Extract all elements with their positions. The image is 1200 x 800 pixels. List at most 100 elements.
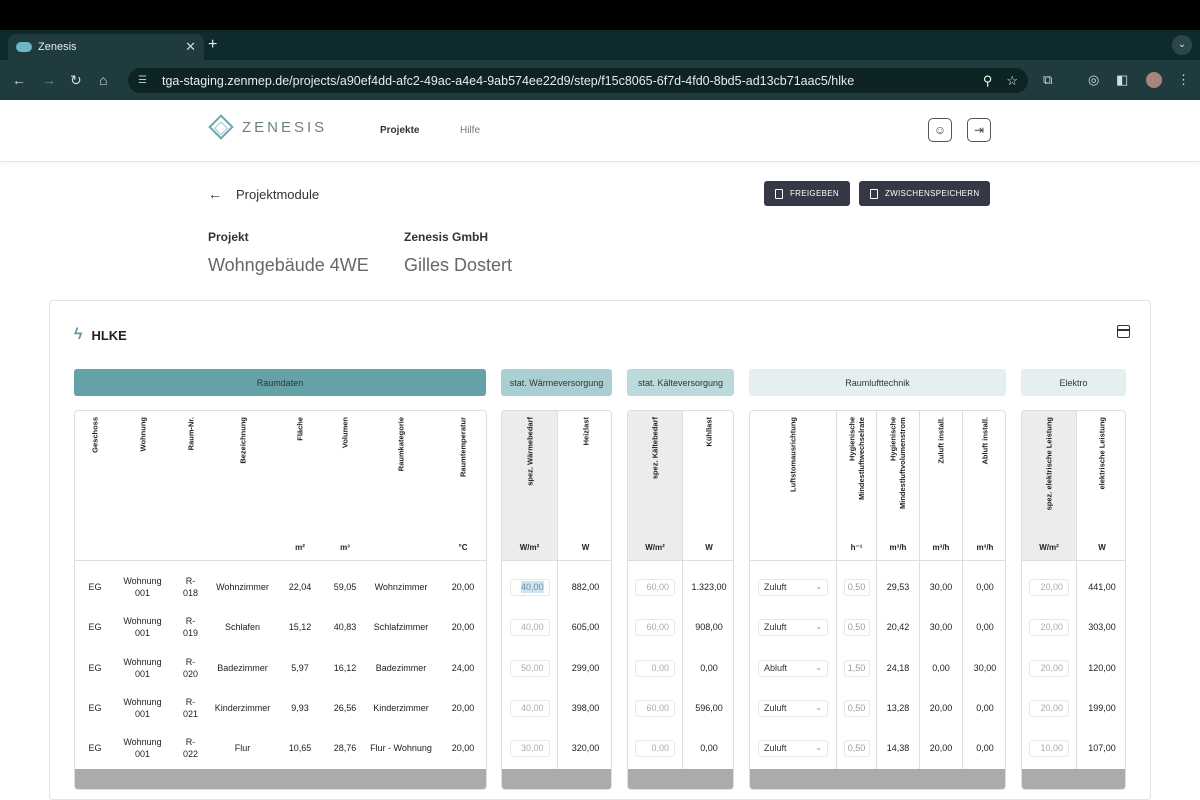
number-input[interactable]: 0,50: [843, 739, 870, 757]
number-input[interactable]: 0,50: [843, 578, 870, 596]
profile-avatar[interactable]: [1146, 72, 1162, 88]
tab-search-icon[interactable]: ⌄: [1172, 35, 1192, 55]
number-input[interactable]: 40,00: [509, 699, 550, 717]
new-tab-icon[interactable]: +: [208, 36, 217, 54]
table-cell[interactable]: 10,00: [1022, 732, 1076, 764]
table-cell[interactable]: 20,00: [1022, 571, 1076, 603]
brand-logo[interactable]: ZENESIS: [208, 114, 327, 140]
table-cell[interactable]: Zuluft ⌄: [750, 571, 836, 603]
table-cell[interactable]: Zuluft ⌄: [750, 692, 836, 724]
number-input[interactable]: 30,00: [509, 739, 550, 757]
table-cell[interactable]: 60,00: [628, 611, 682, 643]
number-input[interactable]: 60,00: [635, 699, 675, 717]
column-header-hmlw: Hygienische Mindestluftwechselrate h⁻¹: [837, 411, 876, 561]
back-nav-icon[interactable]: ←: [12, 72, 26, 88]
table-cell[interactable]: 60,00: [628, 692, 682, 724]
airflow-select[interactable]: Zuluft ⌄: [758, 618, 828, 636]
table-cell: 605,00: [571, 621, 600, 632]
table-cell[interactable]: 20,00: [1022, 692, 1076, 724]
column-header-raumnr: Raum-Nr.: [170, 411, 211, 561]
table-cell[interactable]: 0,50: [837, 732, 876, 764]
number-input[interactable]: 60,00: [635, 578, 675, 596]
nav-projects[interactable]: Projekte: [380, 125, 419, 136]
table-cell[interactable]: 60,00: [628, 571, 682, 603]
number-input[interactable]: 20,00: [1029, 699, 1069, 717]
number-input[interactable]: 60,00: [635, 618, 675, 636]
number-input[interactable]: 0,00: [635, 659, 675, 677]
home-icon[interactable]: ⌂: [99, 72, 107, 88]
table-cell: 30,00: [929, 621, 953, 632]
company-label: Zenesis GmbH: [404, 230, 489, 244]
table-cell[interactable]: 1,50: [837, 652, 876, 684]
reload-icon[interactable]: ↻: [70, 72, 82, 89]
back-to-modules[interactable]: ← Projektmodule: [208, 186, 319, 202]
chevron-down-icon: ⌄: [815, 742, 822, 752]
table-cell[interactable]: 40,00: [502, 571, 557, 603]
zoom-icon[interactable]: ⚲: [983, 73, 993, 89]
number-input[interactable]: 50,00: [509, 659, 550, 677]
column-header-swb: spez. Wärmebedarf W/m²: [502, 411, 557, 561]
module-title: ϟ HLKE: [74, 326, 127, 344]
save-draft-button[interactable]: ZWISCHENSPEICHERN: [859, 181, 991, 206]
forward-nav-icon[interactable]: →: [42, 72, 56, 88]
airflow-select[interactable]: Abluft ⌄: [758, 659, 828, 677]
column-swb: spez. Wärmebedarf W/m² 40,00 40,00 50,00 40,0…: [502, 411, 557, 789]
table-cell[interactable]: Abluft ⌄: [750, 652, 836, 684]
table-cell[interactable]: Zuluft ⌄: [750, 611, 836, 643]
table-cell: R-020: [183, 656, 199, 679]
extension-icon[interactable]: ◎: [1088, 72, 1099, 88]
calendar-icon[interactable]: [1117, 325, 1130, 338]
column-header-kuehl: Kühllast W: [683, 411, 733, 561]
table-cell[interactable]: 30,00: [502, 732, 557, 764]
number-input[interactable]: 20,00: [1029, 659, 1069, 677]
browser-menu-icon[interactable]: ⋮: [1177, 72, 1190, 88]
site-info-icon[interactable]: ☰: [138, 75, 154, 86]
browser-tab[interactable]: Zenesis ✕: [8, 34, 204, 60]
table-cell: 24,18: [886, 662, 910, 673]
table-cell[interactable]: 50,00: [502, 652, 557, 684]
column-header-volumen: Volumen m³: [326, 411, 364, 561]
number-input[interactable]: 1,50: [843, 659, 870, 677]
number-input[interactable]: 40,00: [509, 578, 550, 596]
table-cell[interactable]: 40,00: [502, 611, 557, 643]
number-input[interactable]: 0,50: [843, 699, 870, 717]
airflow-select[interactable]: Zuluft ⌄: [758, 699, 828, 717]
close-tab-icon[interactable]: ✕: [185, 39, 196, 55]
bookmark-star-icon[interactable]: ☆: [1006, 73, 1018, 89]
table-cell[interactable]: 0,50: [837, 611, 876, 643]
table-cell[interactable]: 0,00: [628, 732, 682, 764]
table-cell[interactable]: Zuluft ⌄: [750, 732, 836, 764]
table-cell: 5,97: [291, 662, 309, 673]
number-input[interactable]: 40,00: [509, 618, 550, 636]
number-input[interactable]: 10,00: [1029, 739, 1069, 757]
address-bar[interactable]: ☰ tga-staging.zenmep.de/projects/a90ef4d…: [128, 68, 1028, 93]
table-cell[interactable]: 0,00: [628, 652, 682, 684]
nav-help[interactable]: Hilfe: [460, 125, 480, 136]
column-label: Zuluft install.: [936, 417, 946, 464]
table-cell[interactable]: 0,50: [837, 692, 876, 724]
number-input[interactable]: 20,00: [1029, 578, 1069, 596]
column-unit: m³/h: [889, 543, 907, 552]
table-cell: 13,28: [886, 702, 910, 713]
airflow-select[interactable]: Zuluft ⌄: [758, 578, 828, 596]
url-text: tga-staging.zenmep.de/projects/a90ef4dd-…: [162, 73, 855, 88]
table-cell: 120,00: [1088, 662, 1116, 673]
airflow-select[interactable]: Zuluft ⌄: [758, 739, 828, 757]
table-cell: 20,00: [451, 581, 475, 592]
table-cell: Wohnzimmer: [216, 581, 269, 592]
table-cell: 0,00: [700, 662, 718, 673]
number-input[interactable]: 20,00: [1029, 618, 1069, 636]
logout-icon[interactable]: ⇥: [967, 118, 991, 142]
table-cell: 10,65: [288, 742, 312, 753]
number-input[interactable]: 0,00: [635, 739, 675, 757]
release-button[interactable]: FREIGEBEN: [764, 181, 850, 206]
extensions-icon[interactable]: ⧉: [1043, 72, 1052, 88]
column-label: Luftstomausrichtung: [788, 417, 798, 492]
side-panel-icon[interactable]: ◧: [1116, 72, 1128, 88]
table-cell[interactable]: 20,00: [1022, 611, 1076, 643]
table-cell[interactable]: 40,00: [502, 692, 557, 724]
table-cell[interactable]: 20,00: [1022, 652, 1076, 684]
user-profile-icon[interactable]: ☺: [928, 118, 952, 142]
table-cell[interactable]: 0,50: [837, 571, 876, 603]
number-input[interactable]: 0,50: [843, 618, 870, 636]
